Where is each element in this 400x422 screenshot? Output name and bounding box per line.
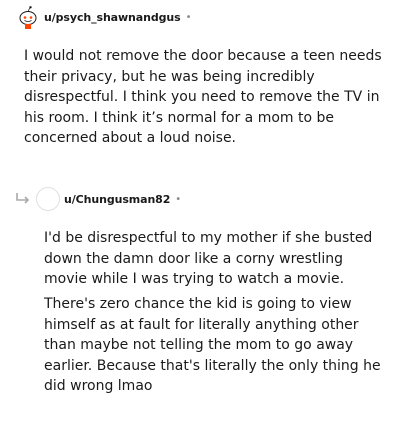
reply-header: u/Chungusman82 • [14, 187, 181, 211]
reply-arrow-icon [14, 191, 32, 207]
default-avatar-icon[interactable] [36, 187, 60, 211]
comment-body: I would not remove the door because a te… [24, 48, 382, 146]
separator-dot: • [185, 11, 192, 23]
reply-username[interactable]: u/Chungusman82 [64, 193, 170, 206]
separator-dot: • [175, 193, 182, 205]
reply-body-paragraph: I'd be disrespectful to my mother if she… [44, 230, 373, 287]
comment-header: u/psych_shawnandgus • [16, 5, 191, 29]
user-avatar-icon[interactable] [16, 5, 40, 29]
comment-username[interactable]: u/psych_shawnandgus [44, 11, 181, 24]
reply-body-paragraph: There's zero chance the kid is going to … [44, 296, 381, 394]
